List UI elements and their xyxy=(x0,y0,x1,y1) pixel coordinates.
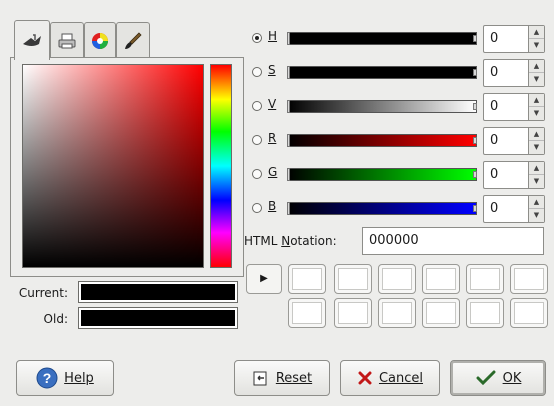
history-swatch[interactable] xyxy=(422,264,460,294)
spin-g-up[interactable]: ▲ xyxy=(529,162,544,175)
slider-b-end xyxy=(473,205,477,212)
tab-printer[interactable] xyxy=(50,22,84,58)
reset-label: Reset xyxy=(275,370,313,386)
slider-v-end xyxy=(473,103,477,110)
ok-button[interactable]: OK xyxy=(450,360,546,396)
reset-icon xyxy=(253,371,267,386)
slider-v-handle[interactable] xyxy=(287,100,290,113)
help-label: Help xyxy=(64,370,94,386)
tab-paintbrush[interactable] xyxy=(116,22,150,58)
history-swatch[interactable] xyxy=(334,298,372,328)
radio-b[interactable] xyxy=(252,203,262,213)
history-swatch[interactable] xyxy=(510,264,548,294)
radio-r[interactable] xyxy=(252,135,262,145)
tab-scales[interactable] xyxy=(14,20,50,60)
html-notation-input[interactable]: 000000 xyxy=(362,227,544,255)
paintbrush-icon xyxy=(125,31,142,49)
slider-r[interactable] xyxy=(287,134,477,147)
ok-icon xyxy=(476,370,496,386)
cancel-icon xyxy=(358,371,372,385)
slider-b[interactable] xyxy=(287,202,477,215)
slider-g[interactable] xyxy=(287,168,477,181)
spin-s-down[interactable]: ▼ xyxy=(529,73,544,86)
help-button[interactable]: ? Help xyxy=(16,360,114,396)
label-g: G xyxy=(268,165,278,179)
old-color-swatch xyxy=(78,307,238,329)
old-label: Old: xyxy=(43,312,68,326)
slider-g-handle[interactable] xyxy=(287,168,290,181)
spin-h-down[interactable]: ▼ xyxy=(529,39,544,52)
spin-g-down[interactable]: ▼ xyxy=(529,175,544,188)
history-swatch[interactable] xyxy=(510,298,548,328)
svg-text:?: ? xyxy=(43,370,52,386)
html-notation-label: HTML Notation: xyxy=(244,234,337,248)
spin-h[interactable]: 0 ▲ ▼ xyxy=(483,25,545,53)
history-swatch[interactable] xyxy=(288,264,326,294)
label-v: V xyxy=(268,97,277,111)
tab-color-wheel[interactable] xyxy=(84,22,116,58)
spin-h-up[interactable]: ▲ xyxy=(529,26,544,39)
hue-strip[interactable] xyxy=(210,64,232,268)
spin-b[interactable]: 0 ▲ ▼ xyxy=(483,195,545,223)
spin-s[interactable]: 0 ▲ ▼ xyxy=(483,59,545,87)
spin-v-up[interactable]: ▲ xyxy=(529,94,544,107)
radio-g[interactable] xyxy=(252,169,262,179)
history-swatch[interactable] xyxy=(378,264,416,294)
spin-r-value: 0 xyxy=(490,133,499,148)
current-color-swatch xyxy=(78,281,238,303)
cancel-label: Cancel xyxy=(378,370,424,386)
spin-h-value: 0 xyxy=(490,31,499,46)
color-wheel-icon xyxy=(92,32,108,49)
slider-h-end xyxy=(473,35,477,42)
color-square[interactable] xyxy=(22,64,204,268)
scales-icon xyxy=(23,33,41,46)
slider-b-handle[interactable] xyxy=(287,202,290,215)
history-swatch[interactable] xyxy=(466,298,504,328)
label-s: S xyxy=(268,63,276,77)
reset-button[interactable]: Reset xyxy=(234,360,330,396)
spin-s-value: 0 xyxy=(490,65,499,80)
history-swatch[interactable] xyxy=(334,264,372,294)
printer-icon xyxy=(58,33,76,48)
history-arrow-button[interactable]: ▶ xyxy=(246,264,282,294)
spin-g[interactable]: 0 ▲ ▼ xyxy=(483,161,545,189)
spin-b-down[interactable]: ▼ xyxy=(529,209,544,222)
spin-v-down[interactable]: ▼ xyxy=(529,107,544,120)
label-b: B xyxy=(268,199,277,213)
spin-r[interactable]: 0 ▲ ▼ xyxy=(483,127,545,155)
slider-r-handle[interactable] xyxy=(287,134,290,147)
spin-v-value: 0 xyxy=(490,99,499,114)
spin-r-down[interactable]: ▼ xyxy=(529,141,544,154)
label-h: H xyxy=(268,29,278,43)
slider-s[interactable] xyxy=(287,66,477,79)
slider-s-handle[interactable] xyxy=(287,66,290,79)
radio-v[interactable] xyxy=(252,101,262,111)
slider-g-end xyxy=(473,171,477,178)
ok-label: OK xyxy=(502,370,522,386)
spin-g-value: 0 xyxy=(490,167,499,182)
spin-r-up[interactable]: ▲ xyxy=(529,128,544,141)
radio-s[interactable] xyxy=(252,67,262,77)
history-swatch[interactable] xyxy=(288,298,326,328)
slider-h[interactable] xyxy=(287,32,477,45)
spin-b-value: 0 xyxy=(490,201,499,216)
help-icon: ? xyxy=(36,367,58,389)
cancel-button[interactable]: Cancel xyxy=(340,360,440,396)
radio-h[interactable] xyxy=(252,33,262,43)
history-swatch[interactable] xyxy=(378,298,416,328)
slider-v[interactable] xyxy=(287,100,477,113)
history-swatch[interactable] xyxy=(466,264,504,294)
slider-s-end xyxy=(473,69,477,76)
slider-h-handle[interactable] xyxy=(287,32,290,45)
history-swatch[interactable] xyxy=(422,298,460,328)
spin-s-up[interactable]: ▲ xyxy=(529,60,544,73)
label-r: R xyxy=(268,131,277,145)
current-label: Current: xyxy=(18,286,68,300)
spin-v[interactable]: 0 ▲ ▼ xyxy=(483,93,545,121)
spin-b-up[interactable]: ▲ xyxy=(529,196,544,209)
slider-r-end xyxy=(473,137,477,144)
